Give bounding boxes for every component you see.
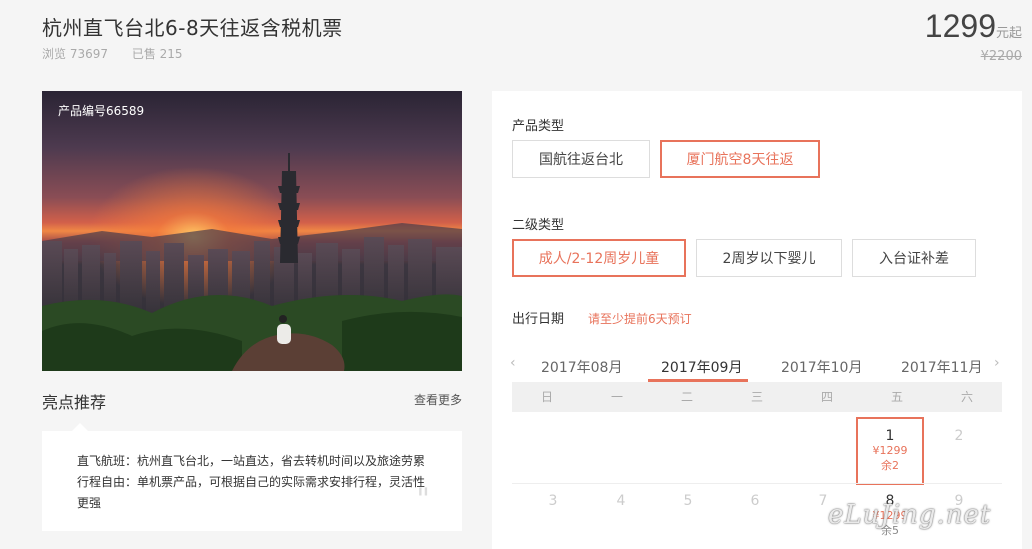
- highlights-box: 直飞航班：杭州直飞台北，一站直达，省去转机时间以及旅途劳累行程自由：单机票产品，…: [42, 423, 462, 531]
- month-tab-aug[interactable]: 2017年08月: [541, 357, 622, 377]
- day-number: 3: [548, 493, 558, 509]
- product-stats: 浏览 73697 已售 215: [42, 45, 203, 62]
- day-number: 5: [683, 493, 693, 509]
- calendar-day-5: 5: [654, 493, 722, 509]
- weekday-header: 日 一 二 三 四 五 六: [512, 382, 1002, 412]
- month-tab-sep[interactable]: 2017年09月: [661, 357, 742, 377]
- month-tab-nov[interactable]: 2017年11月: [901, 357, 982, 377]
- day-number: 6: [750, 493, 760, 509]
- sub-option-adult-child[interactable]: 成人/2-12周岁儿童: [512, 239, 686, 277]
- month-selector: ‹ 2017年08月 2017年09月 2017年10月 2017年11月 ›: [492, 347, 1022, 383]
- price-box: 1299元起 ¥2200: [925, 8, 1022, 64]
- taipei-skyline-image: [42, 91, 462, 371]
- calendar-row-divider: [512, 483, 1002, 484]
- type-option-air-china[interactable]: 国航往返台北: [512, 140, 650, 178]
- price-unit: 元起: [995, 26, 1022, 41]
- watermark: eLuJing.net: [828, 500, 992, 530]
- calendar-day-1[interactable]: 1 ¥1299 余2: [856, 417, 924, 485]
- day-number: 2: [954, 428, 964, 444]
- highlights-text: 直飞航班：杭州直飞台北，一站直达，省去转机时间以及旅途劳累行程自由：单机票产品，…: [77, 454, 426, 510]
- weekday-fri: 五: [890, 390, 903, 404]
- highlights-title: 亮点推荐: [42, 393, 107, 412]
- weekday-sun: 日: [540, 390, 553, 404]
- sub-option-infant[interactable]: 2周岁以下婴儿: [696, 239, 842, 277]
- travel-date-label: 出行日期: [512, 312, 565, 327]
- original-price: ¥2200: [980, 49, 1022, 64]
- weekday-sat: 六: [960, 390, 973, 404]
- product-type-label: 产品类型: [512, 119, 565, 134]
- calendar-day-2: 2: [925, 428, 993, 444]
- booking-notice: 请至少提前6天预订: [588, 312, 692, 326]
- calendar-day-3: 3: [519, 493, 587, 509]
- sold-count: 已售 215: [131, 47, 183, 61]
- quote-icon: ": [416, 482, 430, 517]
- weekday-tue: 二: [680, 390, 693, 404]
- product-title: 杭州直飞台北6-8天往返含税机票: [42, 16, 343, 40]
- type-option-xiamen-air[interactable]: 厦门航空8天往返: [660, 140, 820, 178]
- chevron-right-icon[interactable]: ›: [994, 355, 1000, 371]
- weekday-wed: 三: [750, 390, 763, 404]
- day-number: 4: [616, 493, 626, 509]
- day-price: ¥1299: [872, 444, 908, 457]
- weekday-thu: 四: [820, 390, 833, 404]
- month-tab-oct[interactable]: 2017年10月: [781, 357, 862, 377]
- chevron-left-icon[interactable]: ‹: [510, 355, 516, 371]
- day-remaining: 余2: [881, 459, 899, 472]
- product-code: 产品编号66589: [58, 104, 145, 118]
- calendar-day-6: 6: [721, 493, 789, 509]
- price-value: 1299: [924, 8, 996, 44]
- view-more-link[interactable]: 查看更多: [414, 391, 462, 408]
- callout-notch: [72, 423, 88, 431]
- weekday-mon: 一: [610, 390, 623, 404]
- sub-option-permit[interactable]: 入台证补差: [852, 239, 976, 277]
- day-number: 1: [885, 428, 895, 444]
- views-count: 浏览 73697: [42, 47, 108, 61]
- product-photo: 产品编号66589: [42, 91, 462, 371]
- booking-panel: 产品类型 国航往返台北 厦门航空8天往返 二级类型 成人/2-12周岁儿童 2周…: [492, 91, 1022, 549]
- calendar-day-4: 4: [587, 493, 655, 509]
- sub-type-label: 二级类型: [512, 218, 565, 233]
